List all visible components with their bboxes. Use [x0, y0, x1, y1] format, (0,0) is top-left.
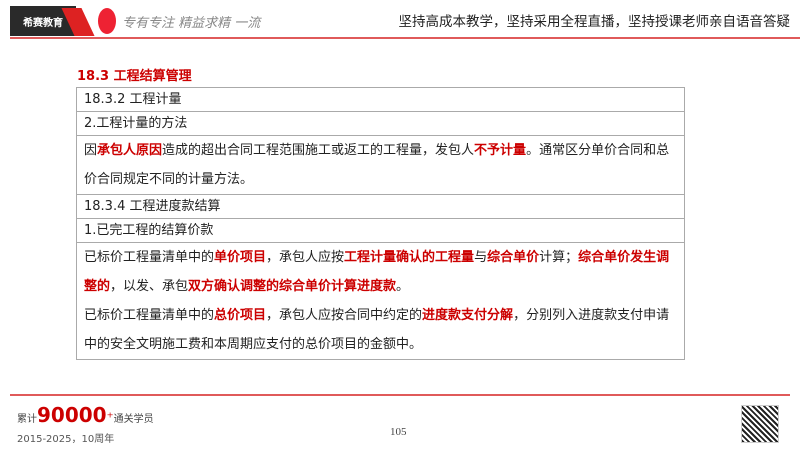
highlight: 单价项目	[214, 250, 267, 265]
section-title: 18.3 工程结算管理	[77, 69, 192, 84]
text: 通关学员	[113, 414, 154, 425]
text: 已标价工程量清单中的	[84, 308, 215, 323]
text: 。	[396, 279, 410, 294]
highlight: 进度款支付分解	[422, 308, 514, 323]
table-row: 18.3.2 工程计量	[77, 88, 684, 112]
qr-code-icon	[741, 405, 779, 443]
text: 累计	[17, 414, 37, 425]
highlight: 综合单价	[487, 250, 540, 265]
text: 计算；	[539, 250, 579, 265]
motto: 专有专注 精益求精 一流	[122, 16, 261, 31]
anniversary: 2015-2025，10周年	[17, 434, 115, 445]
plus: +	[106, 409, 114, 420]
table-row: 已标价工程量清单中的单价项目，承包人应按工程计量确认的工程量与综合单价计算；综合…	[77, 243, 684, 359]
highlight: 工程计量确认的工程量	[344, 250, 475, 265]
student-count: 累计90000+通关学员	[17, 403, 154, 427]
highlight: 双方确认调整的综合单价计算进度款	[188, 279, 397, 294]
text: ，承包人应按	[266, 250, 345, 265]
slogan: 坚持高成本教学，坚持采用全程直播，坚持授课老师亲自语音答疑	[398, 14, 791, 30]
footer-divider	[10, 394, 790, 396]
content-table: 18.3.2 工程计量 2.工程计量的方法 因承包人原因造成的超出合同工程范围施…	[76, 87, 685, 360]
table-row: 18.3.4 工程进度款结算	[77, 195, 684, 219]
highlight: 不予计量	[474, 143, 527, 158]
text: 造成的超出合同工程范围施工或返工的工程量，发包人	[162, 143, 475, 158]
highlight: 承包人原因	[97, 143, 163, 158]
text: 已标价工程量清单中的	[84, 250, 215, 265]
text: ，以发、承包	[110, 279, 189, 294]
table-row: 因承包人原因造成的超出合同工程范围施工或返工的工程量，发包人不予计量。通常区分单…	[77, 136, 684, 195]
table-row: 1.已完工程的结算价款	[77, 219, 684, 243]
page-number: 105	[390, 426, 407, 438]
header-divider	[10, 37, 800, 39]
text: 因	[84, 143, 98, 158]
text: ，承包人应按合同中约定的	[266, 308, 423, 323]
table-row: 2.工程计量的方法	[77, 112, 684, 136]
text: 与	[474, 250, 488, 265]
count: 90000	[37, 403, 107, 427]
mascot-icon	[98, 8, 116, 34]
highlight: 总价项目	[214, 308, 267, 323]
